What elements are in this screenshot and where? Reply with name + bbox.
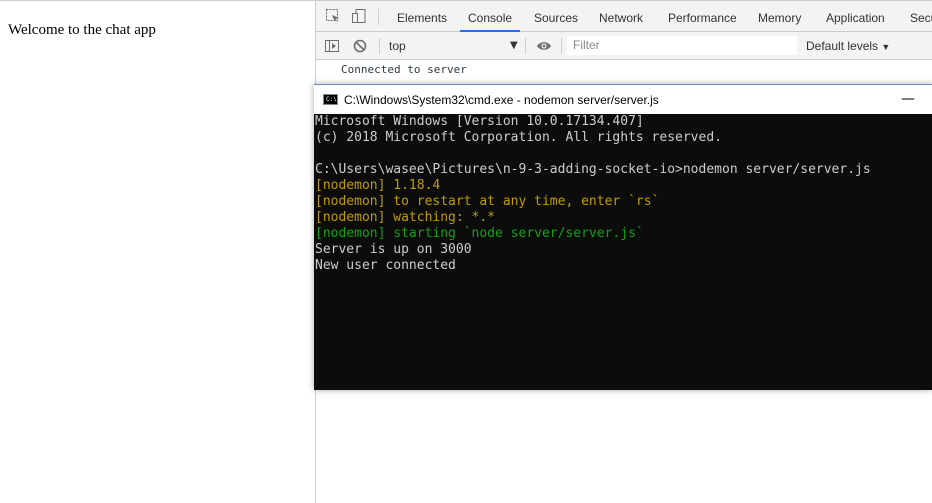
tab-memory[interactable]: Memory	[758, 1, 801, 32]
cmd-window[interactable]: C:\ C:\Windows\System32\cmd.exe - nodemo…	[314, 84, 932, 390]
terminal-line: Server is up on 3000	[315, 242, 472, 257]
console-sidebar-icon[interactable]	[324, 38, 340, 54]
cmd-output[interactable]: Microsoft Windows [Version 10.0.17134.40…	[315, 114, 931, 390]
context-dropdown-arrow-icon[interactable]: ▼	[510, 32, 518, 59]
terminal-line: [nodemon] starting `node server/server.j…	[315, 226, 644, 241]
minimize-button[interactable]: —	[898, 85, 918, 114]
console-filter-input[interactable]: Filter	[567, 36, 797, 55]
terminal-line: [nodemon] 1.18.4	[315, 178, 441, 193]
terminal-line: (c) 2018 Microsoft Corporation. All righ…	[315, 130, 722, 145]
tab-performance[interactable]: Performance	[668, 1, 737, 32]
terminal-line: [nodemon] to restart at any time, enter …	[315, 194, 660, 209]
device-toolbar-icon[interactable]	[351, 8, 367, 24]
tab-security[interactable]: Secu	[910, 1, 932, 32]
inspect-element-icon[interactable]	[325, 8, 341, 24]
cmd-window-title: C:\Windows\System32\cmd.exe - nodemon se…	[344, 93, 659, 107]
console-toolbar: top ▼ Filter Default levels ▼	[316, 32, 932, 60]
tab-sources[interactable]: Sources	[534, 1, 578, 32]
toolbar-divider	[561, 38, 562, 54]
context-selector[interactable]: top	[389, 32, 406, 59]
chevron-down-icon: ▼	[881, 42, 891, 52]
web-page: Welcome to the chat app	[0, 0, 315, 503]
terminal-line: C:\Users\wasee\Pictures\n-9-3-adding-soc…	[315, 162, 871, 177]
welcome-heading: Welcome to the chat app	[8, 22, 156, 38]
log-levels-label: Default levels	[806, 39, 879, 53]
log-levels-dropdown[interactable]: Default levels ▼	[806, 32, 890, 59]
toolbar-divider	[379, 38, 380, 54]
tab-console[interactable]: Console	[460, 1, 521, 32]
cmd-titlebar[interactable]: C:\ C:\Windows\System32\cmd.exe - nodemo…	[314, 84, 932, 114]
terminal-line: [nodemon] watching: *.*	[315, 210, 496, 225]
toolbar-divider	[525, 38, 526, 54]
tab-application[interactable]: Application	[826, 1, 885, 32]
clear-console-icon[interactable]	[352, 38, 368, 54]
console-message: Connected to server	[341, 63, 467, 76]
cmd-app-icon: C:\	[323, 94, 338, 105]
live-expression-eye-icon[interactable]	[536, 38, 552, 54]
tab-network[interactable]: Network	[599, 1, 643, 32]
terminal-line: Microsoft Windows [Version 10.0.17134.40…	[315, 114, 644, 129]
terminal-line: New user connected	[315, 258, 456, 273]
tabbar-divider	[378, 9, 379, 25]
devtools-tabbar: Elements Console Sources Network Perform…	[316, 0, 932, 32]
tab-elements[interactable]: Elements	[397, 1, 447, 32]
